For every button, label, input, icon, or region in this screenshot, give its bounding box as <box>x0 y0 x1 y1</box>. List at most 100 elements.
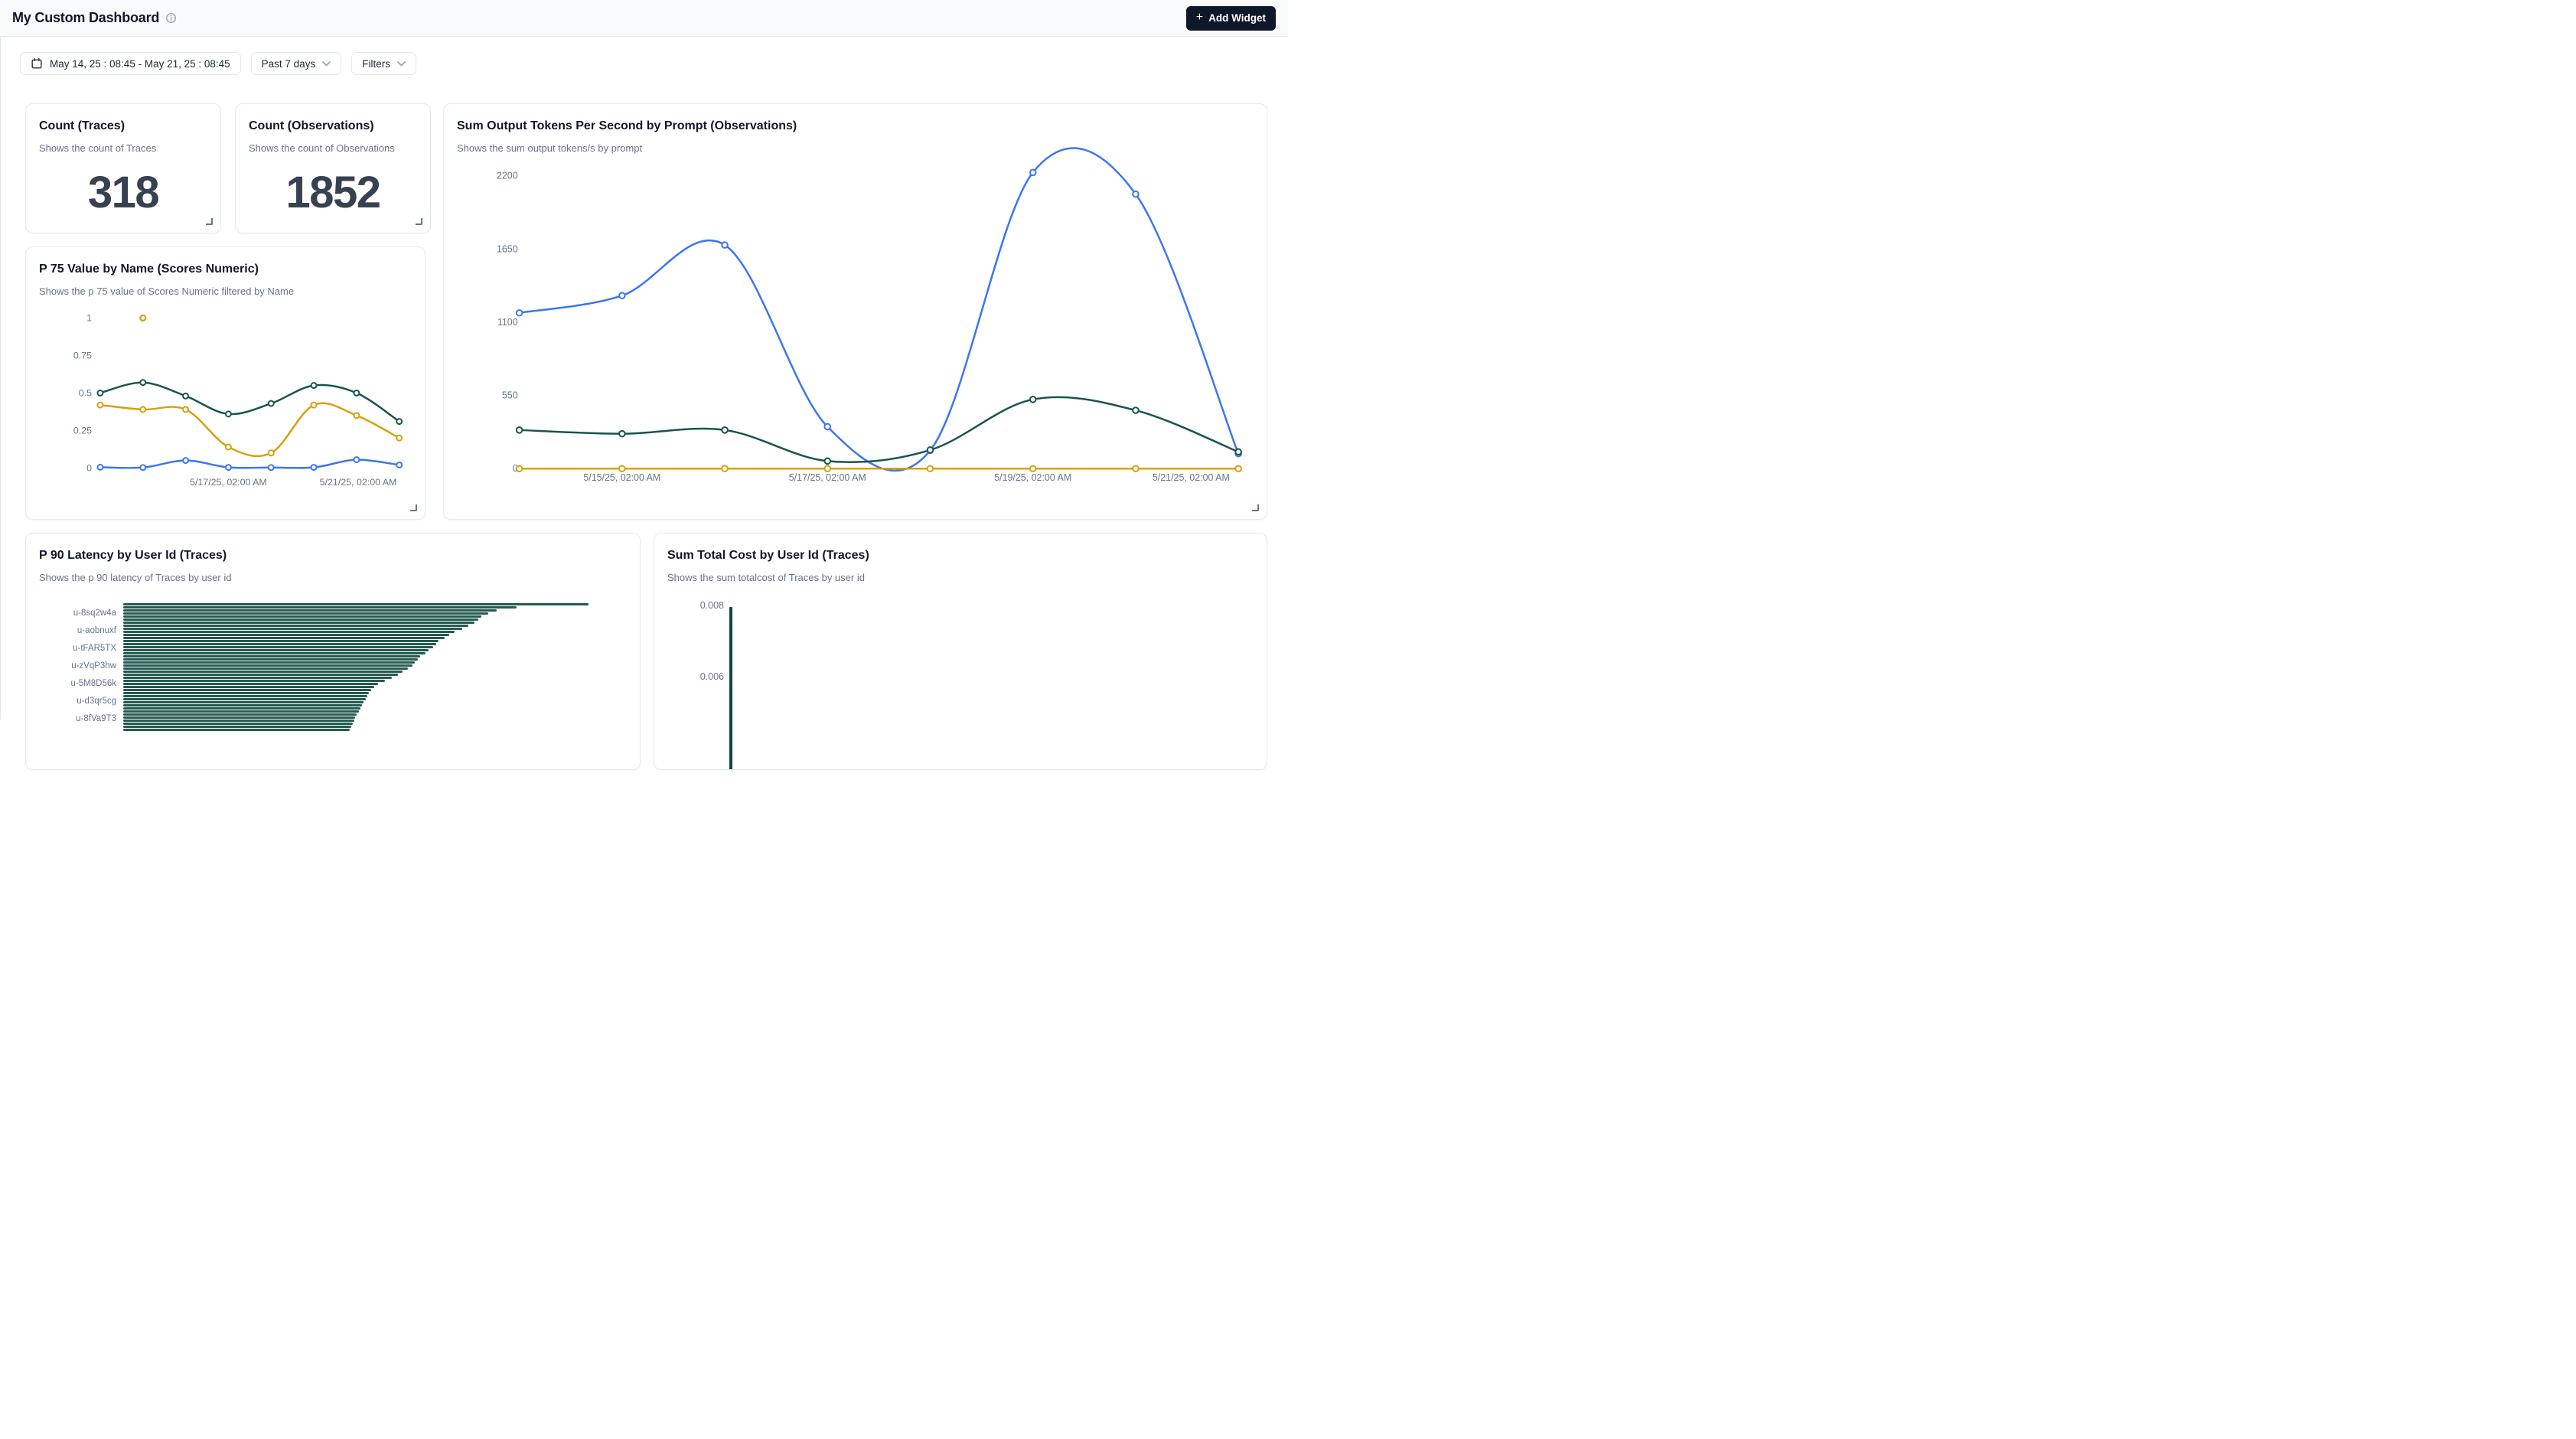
filters-dropdown[interactable]: Filters <box>351 52 416 75</box>
cost-bar <box>729 607 732 769</box>
widget-card-total-cost: Sum Total Cost by User Id (Traces) Shows… <box>654 533 1267 770</box>
p90-bar <box>123 701 364 703</box>
p90-bar <box>123 707 360 710</box>
calendar-icon <box>31 57 43 70</box>
p90-axis-label: u-5M8D56k <box>26 678 116 689</box>
cost-axis-label: 0.006 <box>684 671 724 682</box>
p90-bar <box>123 704 362 706</box>
p90-bar <box>123 631 455 633</box>
p90-axis-label: u-tFAR5TX <box>26 643 116 654</box>
p90-bar <box>123 652 426 654</box>
filters-label: Filters <box>362 58 390 70</box>
p90-bar <box>123 698 366 700</box>
p90-bar <box>123 671 403 673</box>
svg-text:5/15/25, 02:00 AM: 5/15/25, 02:00 AM <box>583 472 660 483</box>
svg-text:0: 0 <box>86 462 92 473</box>
resize-handle[interactable] <box>416 218 422 225</box>
p90-bar <box>123 637 445 639</box>
svg-text:550: 550 <box>502 390 518 401</box>
p90-axis-label: u-zVqP3hw <box>26 661 116 671</box>
metric-value: 1852 <box>236 167 430 218</box>
widget-subtitle: Shows the count of Observations <box>249 142 417 154</box>
p90-bar <box>123 640 439 642</box>
p90-bar <box>123 720 354 722</box>
p90-bar <box>123 686 374 688</box>
p90-bar <box>123 634 449 636</box>
p90-bar <box>123 680 385 682</box>
date-range-button[interactable]: May 14, 25 : 08:45 - May 21, 25 : 08:45 <box>20 52 241 75</box>
p90-axis-label: u-aobnuxf <box>26 625 116 636</box>
p90-bar <box>123 674 398 676</box>
p90-bar <box>123 677 392 679</box>
p90-bar <box>123 692 369 694</box>
resize-handle[interactable] <box>1252 504 1259 511</box>
p90-bar <box>123 628 462 630</box>
p90-bar <box>123 649 429 651</box>
cost-axis-label: 0.008 <box>684 600 724 611</box>
plus-icon: + <box>1196 11 1203 24</box>
widget-title: Count (Traces) <box>39 119 207 133</box>
p90-bar <box>123 606 517 609</box>
date-range-value: May 14, 25 : 08:45 - May 21, 25 : 08:45 <box>50 58 230 70</box>
range-preset-dropdown[interactable]: Past 7 days <box>251 52 342 75</box>
p90-axis-label: u-8fVa9T3 <box>26 713 116 724</box>
resize-handle[interactable] <box>206 218 213 225</box>
p90-bar <box>123 689 371 691</box>
add-widget-label: Add Widget <box>1208 12 1266 24</box>
svg-text:0.25: 0.25 <box>73 425 92 436</box>
p90-axis-label: u-8sq2w4a <box>26 608 116 618</box>
p90-bar <box>123 618 478 621</box>
svg-text:5/19/25, 02:00 AM: 5/19/25, 02:00 AM <box>994 472 1071 483</box>
chevron-down-icon <box>322 61 331 67</box>
info-icon[interactable] <box>165 12 177 24</box>
widget-title: Count (Observations) <box>249 119 417 133</box>
p90-bar <box>123 667 408 670</box>
widget-card-tokens-per-prompt: Sum Output Tokens Per Second by Prompt (… <box>443 103 1267 520</box>
p90-bar <box>123 661 415 664</box>
svg-text:0.5: 0.5 <box>79 387 92 398</box>
p90-bar <box>123 646 433 648</box>
svg-text:5/17/25, 02:00 AM: 5/17/25, 02:00 AM <box>789 472 866 483</box>
svg-text:5/21/25, 02:00 AM: 5/21/25, 02:00 AM <box>320 477 397 488</box>
p90-bar <box>123 716 355 719</box>
p90-bar <box>123 726 351 728</box>
p90-bar <box>123 643 436 645</box>
p90-bar <box>123 625 468 627</box>
line-chart-tokens-per-prompt: 05501100165022005/15/25, 02:00 AM5/17/25… <box>444 104 1267 519</box>
widget-card-p90-latency: P 90 Latency by User Id (Traces) Shows t… <box>25 533 641 770</box>
bar-chart-p90-latency: u-8sq2w4a u-aobnuxf u-tFAR5TX u-zVqP3hw u-5M… <box>26 534 640 769</box>
p90-bar <box>123 615 481 618</box>
widget-card-count-traces: Count (Traces) Shows the count of Traces… <box>25 103 221 233</box>
dashboard-content: May 14, 25 : 08:45 - May 21, 25 : 08:45 … <box>0 37 1288 720</box>
p90-bar <box>123 664 412 667</box>
range-preset-value: Past 7 days <box>262 58 316 70</box>
p90-axis-label: u-d3qr5cg <box>26 696 116 706</box>
page-header: My Custom Dashboard + Add Widget <box>0 0 1288 37</box>
bar-chart-total-cost: 0.008 0.006 <box>654 534 1267 769</box>
p90-bar <box>123 655 420 658</box>
p90-bar <box>123 658 418 661</box>
page-title: My Custom Dashboard <box>12 10 159 26</box>
p90-bar <box>123 683 378 685</box>
p90-bar <box>123 710 359 713</box>
add-widget-button[interactable]: + Add Widget <box>1186 6 1276 31</box>
svg-text:1: 1 <box>86 312 92 323</box>
filter-toolbar: May 14, 25 : 08:45 - May 21, 25 : 08:45 … <box>1 37 1288 75</box>
svg-text:5/17/25, 02:00 AM: 5/17/25, 02:00 AM <box>190 477 267 488</box>
svg-text:2200: 2200 <box>497 171 518 181</box>
svg-text:1650: 1650 <box>497 243 518 254</box>
line-chart-p75-scores: 0 0.25 0.5 0.75 1 5/17/25, 02:00 AM 5/21/25, 0… <box>26 247 425 519</box>
svg-text:0.75: 0.75 <box>73 350 92 361</box>
metric-value: 318 <box>26 167 220 218</box>
p90-bar <box>123 612 488 615</box>
svg-text:1100: 1100 <box>497 317 518 328</box>
widget-card-count-observations: Count (Observations) Shows the count of … <box>235 103 431 233</box>
p90-bar <box>123 723 353 725</box>
svg-text:5/21/25, 02:00 AM: 5/21/25, 02:00 AM <box>1153 472 1230 483</box>
p90-bar <box>123 622 474 624</box>
widget-card-p75-scores: P 75 Value by Name (Scores Numeric) Show… <box>25 246 426 520</box>
p90-bar <box>123 713 357 716</box>
p90-bar <box>123 603 589 605</box>
widget-subtitle: Shows the count of Traces <box>39 142 207 154</box>
resize-handle[interactable] <box>410 504 417 511</box>
